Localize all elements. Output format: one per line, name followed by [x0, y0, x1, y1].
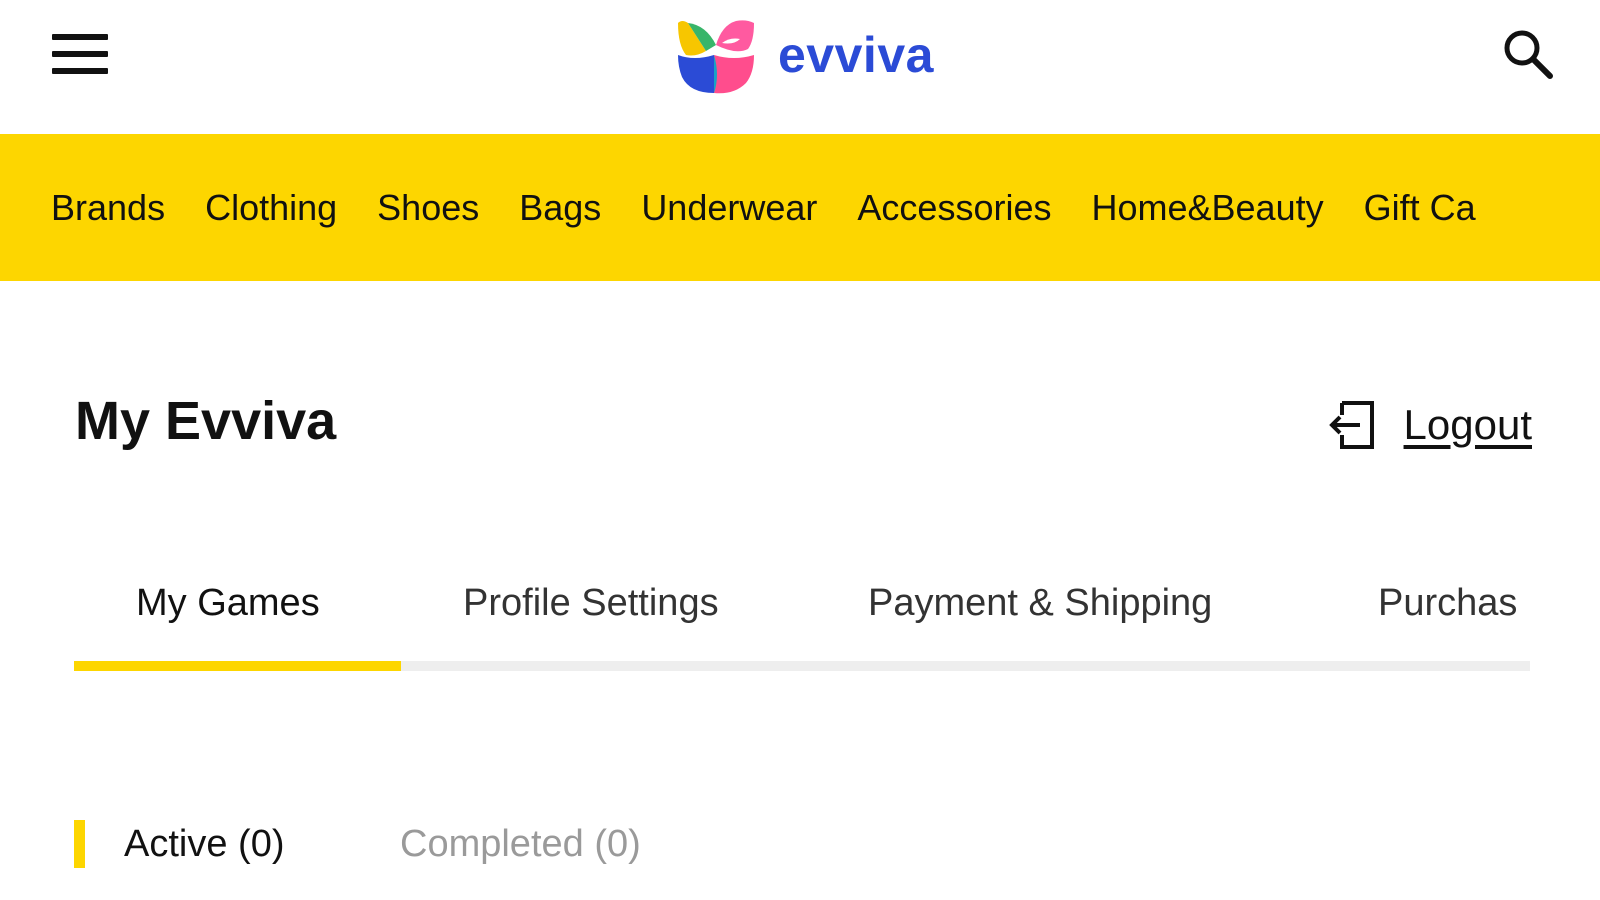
logout-button[interactable]: Logout: [1328, 390, 1532, 460]
page-title: My Evviva: [75, 391, 337, 451]
nav-item-shoes[interactable]: Shoes: [377, 187, 479, 229]
tab-payment-shipping[interactable]: Payment & Shipping: [868, 582, 1212, 625]
account-tabs: My Games Profile Settings Payment & Ship…: [74, 568, 1530, 674]
brand-name: evviva: [778, 27, 934, 83]
hamburger-menu-icon[interactable]: [52, 30, 108, 78]
tab-purchases[interactable]: Purchas: [1378, 582, 1517, 625]
category-nav: Brands Clothing Shoes Bags Underwear Acc…: [0, 134, 1600, 281]
active-tab-indicator: [74, 661, 401, 671]
active-subtab-marker: [74, 820, 85, 868]
games-filter-tabs: Active (0) Completed (0): [74, 815, 1074, 871]
nav-item-brands[interactable]: Brands: [51, 187, 165, 229]
nav-item-clothing[interactable]: Clothing: [205, 187, 337, 229]
nav-item-bags[interactable]: Bags: [519, 187, 601, 229]
subtab-completed-games[interactable]: Completed (0): [400, 823, 641, 866]
category-nav-list: Brands Clothing Shoes Bags Underwear Acc…: [51, 134, 1516, 281]
site-header: evviva: [0, 0, 1600, 134]
nav-item-gift-cards[interactable]: Gift Ca: [1364, 187, 1476, 229]
logout-icon: [1328, 401, 1374, 449]
tab-my-games[interactable]: My Games: [136, 582, 320, 625]
nav-item-underwear[interactable]: Underwear: [641, 187, 817, 229]
logout-label: Logout: [1403, 401, 1532, 448]
subtab-active-games[interactable]: Active (0): [124, 823, 284, 866]
nav-item-home-beauty[interactable]: Home&Beauty: [1091, 187, 1323, 229]
tab-profile-settings[interactable]: Profile Settings: [463, 582, 719, 625]
account-title-row: My Evviva Logout: [0, 390, 1600, 470]
logo-mark-icon: [678, 20, 754, 94]
brand-logo[interactable]: evviva: [676, 14, 934, 96]
search-icon[interactable]: [1502, 28, 1554, 80]
nav-item-accessories[interactable]: Accessories: [857, 187, 1051, 229]
